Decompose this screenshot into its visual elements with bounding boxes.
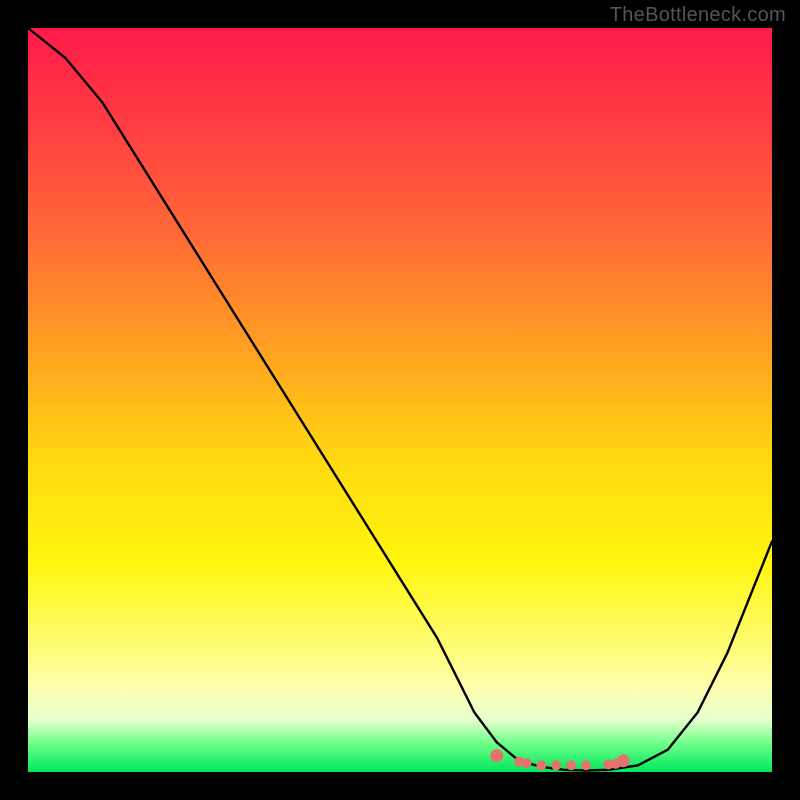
- curve-svg: [28, 28, 772, 772]
- marker-dot: [536, 760, 546, 770]
- chart-frame: TheBottleneck.com: [0, 0, 800, 800]
- marker-dot: [617, 754, 630, 767]
- marker-dot: [521, 758, 531, 768]
- watermark-text: TheBottleneck.com: [610, 4, 786, 27]
- plot-area: [28, 28, 772, 772]
- bottleneck-curve: [28, 28, 772, 771]
- marker-dot: [490, 749, 503, 762]
- marker-dot: [581, 760, 591, 770]
- marker-dot: [566, 760, 576, 770]
- marker-dot: [551, 760, 561, 770]
- bottleneck-markers: [490, 749, 629, 770]
